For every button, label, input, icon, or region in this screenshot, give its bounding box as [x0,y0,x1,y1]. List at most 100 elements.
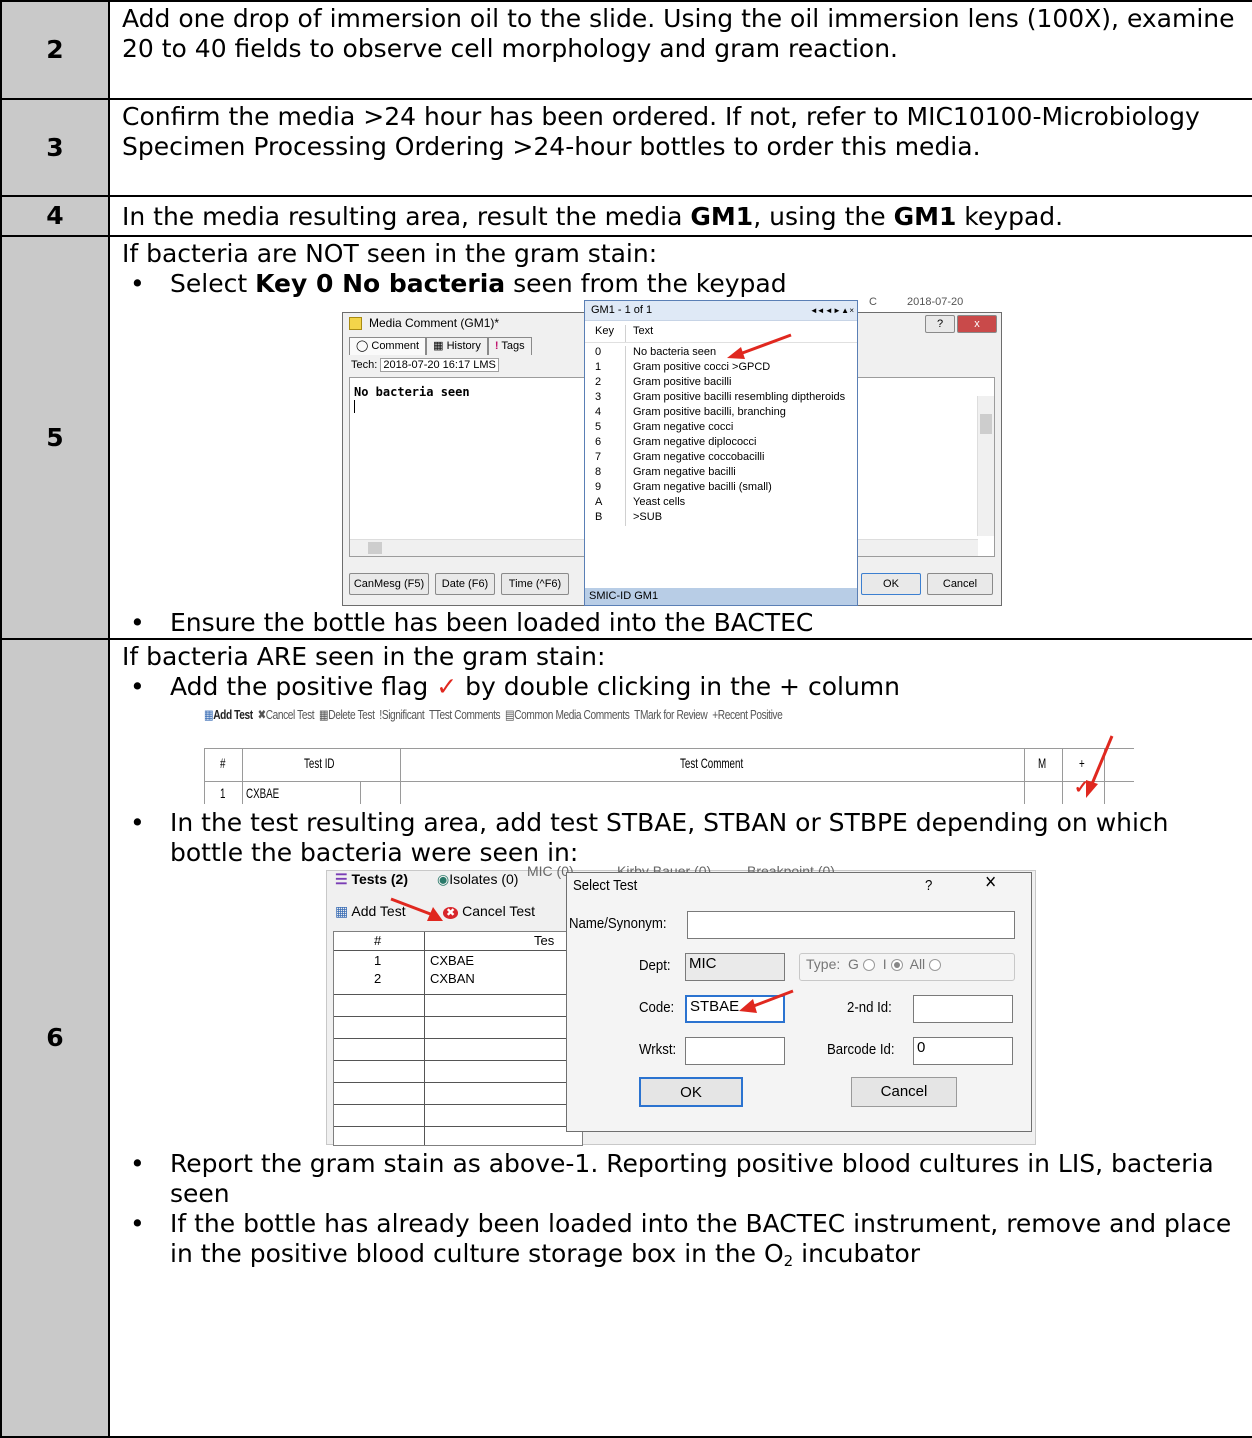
keypad-row[interactable]: 6 Gram negative diplococci [585,436,857,451]
step-text: In the media resulting area, result the … [122,202,1064,231]
cancel-button[interactable]: Cancel [851,1077,957,1107]
significant-button[interactable]: Significant [382,707,425,722]
red-arrow-icon [390,897,443,921]
keypad-row[interactable]: 2 Gram positive bacilli [585,376,857,391]
keypad-text: Gram positive bacilli, branching [633,406,786,418]
tab-tests[interactable]: ☰ Tests (2) [335,872,408,886]
second-id-label: 2-nd Id: [847,999,892,1016]
canmesg-button[interactable]: CanMesg (F5) [349,573,429,595]
keypad-text: Gram negative cocci [633,421,734,433]
col-m: M [1038,755,1047,771]
step-bullet: Ensure the bottle has been loaded into t… [122,608,1246,638]
col-test-comment: Test Comment [680,755,744,771]
red-arrow-icon [1086,735,1114,798]
keypad-row[interactable]: 7 Gram negative coccobacilli [585,451,857,466]
type-group: Type: G I All [799,953,1015,981]
add-test-icon: ▦ [335,903,349,919]
tab-comment[interactable]: ◯ Comment [349,337,427,355]
second-id-input[interactable] [913,995,1013,1023]
col-test: Tes [534,933,555,948]
tab-history[interactable]: ▦ History [426,337,488,355]
common-media-comments-button[interactable]: Common Media Comments [514,707,630,722]
barcode-input[interactable]: 0 [913,1037,1013,1065]
keypad-row[interactable]: 9 Gram negative bacilli (small) [585,481,857,496]
keypad-key: 0 [595,346,602,358]
type-all-radio[interactable] [929,959,942,972]
gm1-keypad-popup: GM1 - 1 of 1 ◄◄ ◄ ► ▲ × Key Text 0 No bac… [584,300,858,606]
help-button[interactable]: ? [925,315,955,333]
col-num: # [220,755,226,771]
keypad-row[interactable]: 3 Gram positive bacilli resembling dipthe… [585,391,857,406]
cancel-button[interactable]: Cancel [927,573,993,595]
type-i-radio[interactable] [890,959,903,972]
keypad-row[interactable]: 4 Gram positive bacilli, branching [585,406,857,421]
close-button[interactable]: x [957,315,997,333]
date-button[interactable]: Date (F6) [435,573,495,595]
comment-text: No bacteria seen [354,385,470,399]
keypad-text: Gram positive cocci >GPCD [633,361,771,373]
note-icon [349,317,362,330]
type-g-radio[interactable] [862,959,875,972]
keypad-key: 6 [595,436,602,448]
tag-icon: ! [494,340,499,352]
keypad-row[interactable]: 5 Gram negative cocci [585,421,857,436]
keypad-key: 4 [595,406,602,418]
step-number: 5 [0,235,110,640]
step-text: Add one drop of immersion oil to the sli… [122,4,1235,63]
col-test-id: Test ID [304,755,335,771]
time-button[interactable]: Time (^F6) [501,573,569,595]
name-label: Name/Synonym: [569,915,667,932]
dialog-title: Select Test [573,877,638,894]
keypad-key: 1 [595,361,602,373]
ok-button[interactable]: OK [639,1077,743,1107]
step-bullet: In the test resulting area, add test STB… [122,808,1246,868]
close-icon[interactable]: × [985,871,996,893]
keypad-key: A [595,496,603,508]
keypad-row[interactable]: 8 Gram negative bacilli [585,466,857,481]
cancel-test-button[interactable]: ✖ Cancel Test [443,904,535,920]
row-test-id[interactable]: CXBAN [430,972,475,985]
row-test-id[interactable]: CXBAE [246,786,279,800]
wrkst-input[interactable] [685,1037,785,1065]
wrkst-label: Wrkst: [639,1041,677,1058]
keypad-col-text: Text [633,325,654,337]
barcode-label: Barcode Id: [827,1041,895,1058]
cancel-test-button[interactable]: Cancel Test [266,707,315,722]
keypad-key: 2 [595,376,602,388]
bg-date: 2018-07-20 [907,296,964,308]
media-comment-screenshot: C 2018-07-20 Media Comment (GM1)* ? x ◯ … [342,296,1002,606]
keypad-key: 7 [595,451,602,463]
step-number: 3 [0,98,110,197]
test-grid: # Test ID Test Comment M + 1 CXBAE ✓ [204,748,1134,804]
keypad-row[interactable]: 0 No bacteria seen [585,346,857,361]
help-button[interactable]: ? [925,878,932,893]
step-bullet: Report the gram stain as above-1. Report… [122,1149,1246,1209]
bg-column-c: C [869,296,877,308]
delete-test-button[interactable]: Delete Test [328,707,375,722]
test-comments-button[interactable]: Test Comments [435,707,501,722]
tab-tags[interactable]: ! Tags [487,337,532,355]
keypad-row[interactable]: B >SUB [585,511,857,526]
col-num: # [374,933,382,948]
add-test-button[interactable]: Add Test [213,707,253,722]
keypad-rows: 0 No bacteria seen 1 Gram positive cocci >G… [585,343,857,526]
vertical-scrollbar[interactable] [977,396,994,536]
recent-positive-button[interactable]: Recent Positive [718,707,783,722]
row-num: 1 [374,953,382,968]
isolates-icon: ◉ [437,871,450,887]
keypad-key: 5 [595,421,602,433]
keypad-row[interactable]: 1 Gram positive cocci >GPCD [585,361,857,376]
keypad-row[interactable]: A Yeast cells [585,496,857,511]
add-test-icon: ▦ [204,707,214,722]
name-synonym-input[interactable] [687,911,1015,939]
mark-for-review-button[interactable]: Mark for Review [640,707,708,722]
tab-isolates[interactable]: ◉Isolates (0) [437,871,518,887]
check-icon: ✓ [436,672,458,701]
ok-button[interactable]: OK [861,573,921,595]
step-row-5: 5 If bacteria are NOT seen in the gram s… [0,235,1252,640]
step-row-6: 6 If bacteria ARE seen in the gram stain… [0,638,1252,1438]
test-toolbar: ▦Add Test ✖Cancel Test ▦Delete Test !Sig… [204,707,783,722]
row-test-id[interactable]: CXBAE [430,954,474,967]
keypad-nav-buttons[interactable]: ◄◄ ◄ ► ▲ × [810,304,854,317]
keypad-key: 9 [595,481,602,493]
